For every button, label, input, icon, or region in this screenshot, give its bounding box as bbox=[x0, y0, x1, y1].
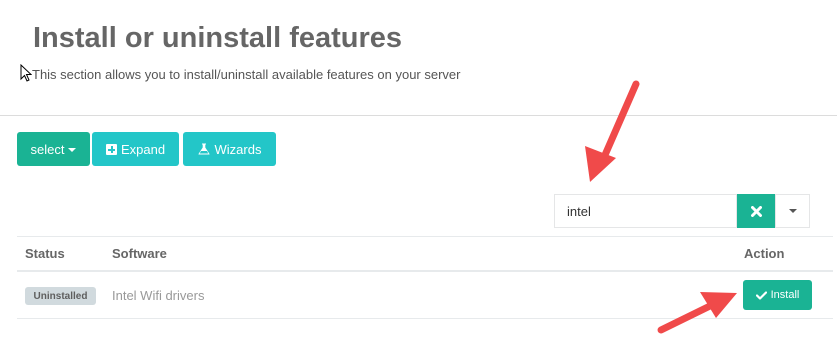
plus-square-icon bbox=[105, 143, 117, 155]
close-icon bbox=[750, 205, 762, 217]
caret-down-icon bbox=[788, 209, 797, 213]
table-header-border bbox=[17, 270, 833, 272]
header-divider bbox=[0, 115, 837, 116]
search-input[interactable] bbox=[554, 194, 737, 228]
page-title: Install or uninstall features bbox=[33, 22, 403, 54]
flask-icon bbox=[197, 143, 210, 155]
search-options-dropdown[interactable] bbox=[775, 194, 810, 228]
annotation-arrow-search bbox=[585, 80, 640, 182]
page-subtitle: This section allows you to install/unins… bbox=[32, 67, 461, 82]
table-row-border bbox=[17, 318, 833, 319]
search-group bbox=[554, 194, 810, 228]
clear-search-button[interactable] bbox=[737, 194, 775, 228]
column-header-status: Status bbox=[25, 246, 65, 261]
wizards-button-label: Wizards bbox=[214, 141, 262, 157]
install-button[interactable]: Install bbox=[743, 280, 812, 310]
caret-down-icon bbox=[68, 148, 77, 152]
select-dropdown-button[interactable]: select bbox=[17, 132, 90, 166]
wizards-button[interactable]: Wizards bbox=[183, 132, 276, 166]
check-icon bbox=[755, 290, 767, 300]
column-header-action: Action bbox=[744, 246, 785, 261]
features-page: Install or uninstall features This secti… bbox=[0, 0, 837, 349]
table-top-border bbox=[17, 236, 833, 237]
annotation-arrow-install bbox=[657, 292, 737, 334]
status-badge: Uninstalled bbox=[25, 287, 96, 305]
mouse-pointer-icon bbox=[20, 64, 32, 82]
software-name: Intel Wifi drivers bbox=[112, 288, 205, 303]
column-header-software: Software bbox=[112, 246, 167, 261]
select-button-label: select bbox=[30, 141, 65, 157]
expand-button[interactable]: Expand bbox=[92, 132, 179, 166]
install-button-label: Install bbox=[770, 289, 800, 301]
expand-button-label: Expand bbox=[120, 141, 166, 157]
